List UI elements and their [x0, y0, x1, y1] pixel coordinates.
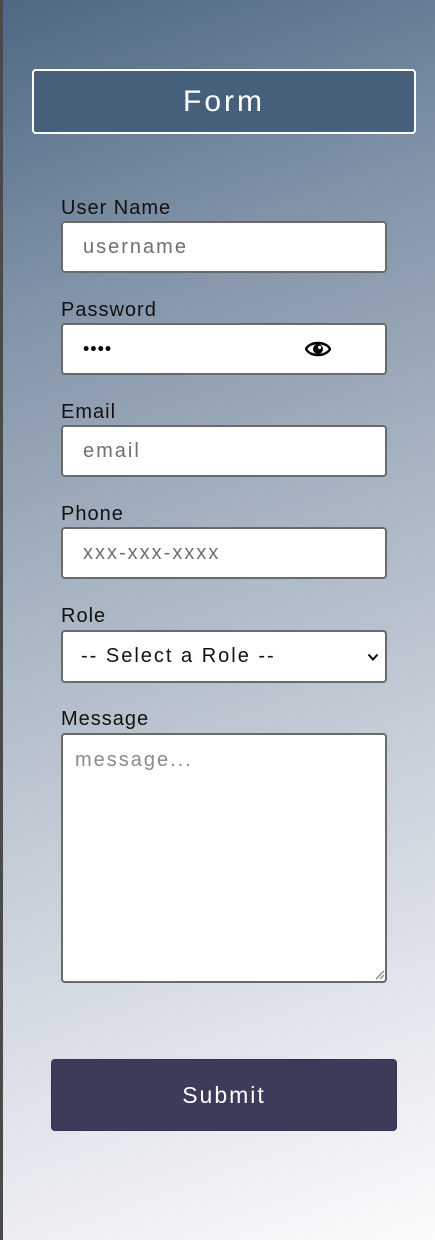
phone-input[interactable] — [61, 527, 387, 579]
chevron-down-icon — [367, 653, 379, 661]
username-label: User Name — [61, 197, 172, 219]
message-label: Message — [61, 708, 150, 730]
submit-button[interactable]: Submit — [51, 1059, 397, 1131]
submit-label: Submit — [182, 1081, 266, 1108]
email-input[interactable] — [61, 425, 387, 477]
email-label: Email — [61, 401, 117, 423]
phone-label: Phone — [61, 503, 124, 525]
password-value: •••• — [83, 338, 113, 359]
password-input[interactable]: •••• — [61, 323, 387, 375]
role-select[interactable]: -- Select a Role -- — [61, 630, 387, 683]
role-label: Role — [61, 605, 107, 627]
role-selected-value: -- Select a Role -- — [81, 645, 276, 667]
username-input[interactable] — [61, 221, 387, 273]
form-title: Form — [183, 84, 265, 118]
form-title-box: Form — [32, 69, 416, 134]
password-label: Password — [61, 299, 157, 321]
eye-icon[interactable] — [305, 338, 331, 360]
message-textarea[interactable] — [61, 733, 387, 983]
resize-grip-icon[interactable] — [373, 968, 385, 980]
form-page: Form User Name Password •••• Email Phone… — [0, 0, 435, 1240]
